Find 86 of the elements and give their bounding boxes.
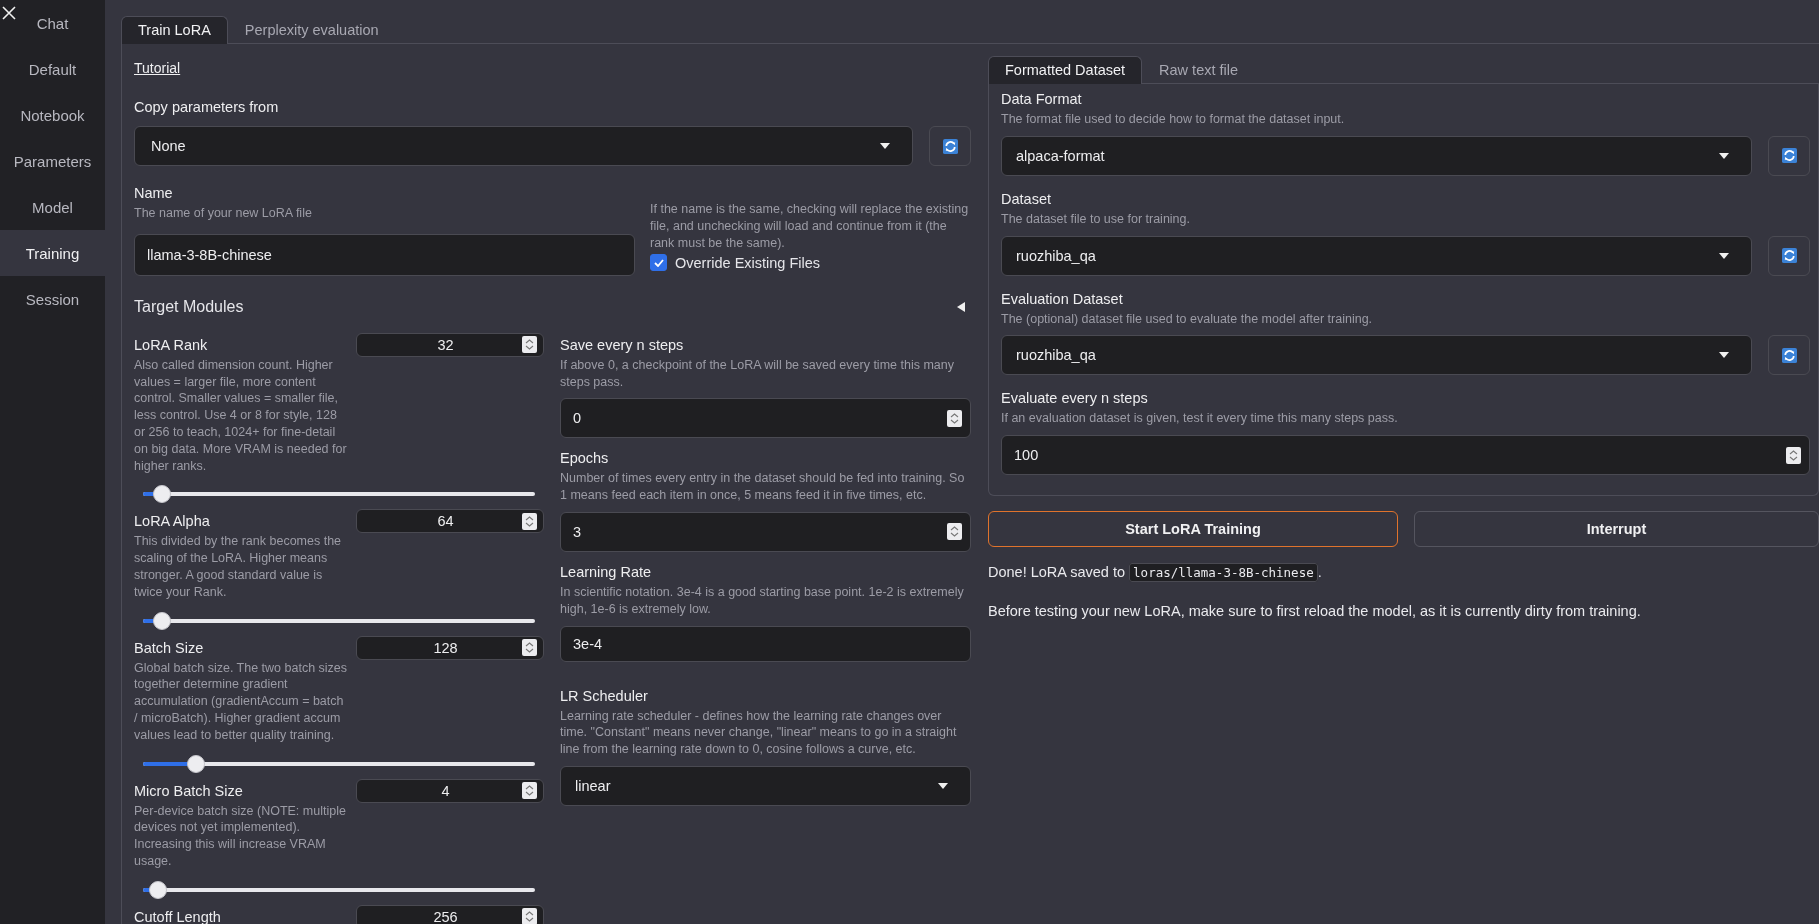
field-label: Epochs — [560, 449, 610, 468]
collapse-icon — [957, 301, 965, 312]
field-label: Copy parameters from — [134, 98, 280, 116]
field-description: The format file used to decide how to format the dataset input. — [1001, 111, 1346, 128]
dropdown[interactable]: ruozhiba_qa — [1001, 335, 1752, 376]
field-description: If above 0, a checkpoint of the LoRA will be saved every time this many steps pass. — [560, 356, 955, 391]
number-field[interactable]: 3 — [560, 512, 971, 552]
refresh-icon — [1781, 148, 1797, 164]
tutorial-link[interactable]: Tutorial — [134, 60, 181, 76]
field-description: The dataset file to use for training. — [1001, 210, 1191, 228]
field-label: Batch Size — [134, 638, 205, 657]
number-field[interactable]: 32 — [356, 332, 544, 357]
stepper-icon[interactable] — [522, 336, 537, 354]
sidebar-item[interactable]: Chat — [0, 0, 105, 46]
sidebar-item[interactable]: Notebook — [0, 92, 105, 138]
status-message: Done! LoRA saved to loras/llama-3-8B-chinese . — [988, 562, 1323, 585]
caret-icon — [1719, 352, 1729, 359]
field-label: Micro Batch Size — [134, 781, 244, 800]
accordion-header[interactable]: Target Modules — [134, 297, 971, 316]
field-description: Learning rate scheduler - defines how the learning rate changes over time. "Constant" means never change, "linear" means to go in a straight line from the learning rate down to 0, cosine follows a curve, etc. — [560, 707, 958, 758]
refresh-button[interactable] — [1768, 335, 1810, 376]
dropdown[interactable]: None — [134, 126, 913, 166]
dropdown[interactable]: alpaca-format — [1001, 135, 1752, 176]
sidebar-item[interactable]: Training — [0, 230, 105, 276]
field-description: This divided by the rank becomes the scaling of the LoRA. Higher means stronger. A good standard value is twice your Rank. — [134, 533, 343, 601]
field-description: Per-device batch size (NOTE: multiple devices not yet implemented). Increasing this will increase VRAM usage. — [134, 802, 347, 870]
refresh-button[interactable] — [929, 126, 971, 166]
field-label: Name — [134, 184, 174, 202]
tab[interactable]: Raw text file — [1142, 56, 1256, 84]
field-description: In scientific notation. 3e-4 is a good starting base point. 1e-2 is extremely high, 1e-6 is extremely low. — [560, 584, 965, 618]
stepper-icon[interactable] — [522, 639, 537, 657]
field-description: Also called dimension count. Higher values = larger file, more content control. Smaller values = smaller file, less control. Use 4 or 8 for style, 128 or 256 to teach, 1024+ for fine-detail on big data. More VRAM is needed for higher ranks. — [134, 356, 348, 475]
tab[interactable]: Formatted Dataset — [988, 56, 1143, 84]
notice-text: Before testing your new LoRA, make sure to first reload the model, as it is currently dirty from training. — [988, 602, 1642, 622]
caret-icon — [880, 143, 890, 149]
refresh-button[interactable] — [1768, 135, 1810, 176]
field-description: Number of times every entry in the dataset should be fed into training. So 1 means feed each item in once, 5 means feed it in five times, etc. — [560, 470, 966, 504]
override-checkbox[interactable]: Override Existing Files — [650, 254, 971, 272]
number-field[interactable]: 0 — [560, 398, 971, 439]
action-button[interactable]: Interrupt — [1414, 511, 1819, 548]
field-label: Evaluate every n steps — [1001, 389, 1149, 408]
number-field[interactable]: 100 — [1001, 435, 1810, 476]
field-label: LoRA Rank — [134, 335, 209, 354]
number-field[interactable]: 256 — [356, 904, 544, 924]
refresh-icon — [1781, 347, 1797, 363]
field-label: LR Scheduler — [560, 686, 649, 705]
refresh-icon — [1781, 248, 1797, 264]
field-description: Global batch size. The two batch sizes together determine gradient accumulation (gradientAccum = batch / microBatch). Higher gradient accum values lead to better quality training. — [134, 659, 349, 744]
dropdown[interactable]: ruozhiba_qa — [1001, 235, 1752, 276]
caret-icon — [938, 782, 948, 789]
field-label: Evaluation Dataset — [1001, 289, 1124, 308]
caret-icon — [1719, 152, 1729, 159]
number-field[interactable]: 4 — [356, 778, 544, 803]
sidebar-item[interactable]: Default — [0, 46, 105, 92]
stepper-icon[interactable] — [522, 782, 537, 800]
sidebar-item[interactable]: Model — [0, 184, 105, 230]
caret-icon — [1719, 252, 1729, 259]
refresh-icon — [942, 138, 958, 154]
dropdown[interactable]: linear — [560, 765, 971, 806]
refresh-button[interactable] — [1768, 235, 1810, 276]
close-icon[interactable] — [2, 6, 16, 20]
tab[interactable]: Train LoRA — [121, 16, 228, 44]
check-icon — [653, 258, 664, 267]
field-label: Dataset — [1001, 189, 1052, 208]
text-field[interactable]: 3e-4 — [560, 625, 971, 662]
stepper-icon[interactable] — [947, 523, 962, 541]
checkbox[interactable] — [650, 254, 667, 272]
field-description: If the name is the same, checking will replace the existing file, and unchecking will load and continue from it (the rank must be the same). — [650, 201, 970, 252]
field-description: If an evaluation dataset is given, test it every time this many steps pass. — [1001, 410, 1399, 428]
tab[interactable]: Perplexity evaluation — [227, 16, 396, 44]
text-field[interactable]: llama-3-8B-chinese — [134, 233, 635, 276]
field-label: Cutoff Length — [134, 907, 222, 924]
sidebar-item[interactable]: Parameters — [0, 138, 105, 184]
stepper-icon[interactable] — [1786, 446, 1801, 464]
field-description: The (optional) dataset file used to evaluate the model after training. — [1001, 310, 1374, 328]
field-description: The name of your new LoRA file — [134, 205, 313, 222]
stepper-icon[interactable] — [522, 512, 537, 530]
field-label: Save every n steps — [560, 335, 685, 354]
field-label: LoRA Alpha — [134, 512, 211, 531]
field-label: Learning Rate — [560, 563, 653, 581]
field-label: Data Format — [1001, 90, 1083, 108]
sidebar-item[interactable]: Session — [0, 276, 105, 322]
number-field[interactable]: 64 — [356, 509, 544, 534]
number-field[interactable]: 128 — [356, 635, 544, 660]
action-button[interactable]: Start LoRA Training — [988, 511, 1398, 548]
stepper-icon[interactable] — [947, 409, 962, 427]
